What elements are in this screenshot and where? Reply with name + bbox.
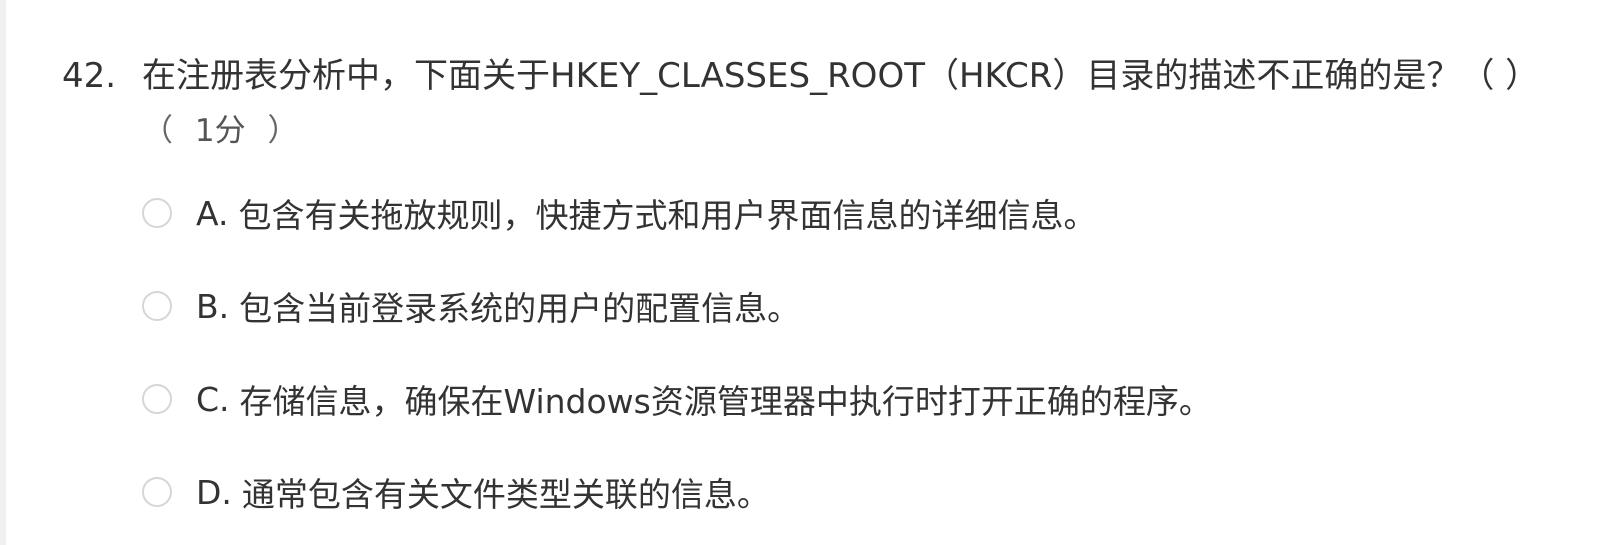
option-b[interactable]: B. 包含当前登录系统的用户的配置信息。 bbox=[142, 281, 1212, 331]
option-letter: C. bbox=[196, 379, 230, 419]
option-d[interactable]: D. 通常包含有关文件类型关联的信息。 bbox=[142, 467, 1212, 517]
option-text: 存储信息，确保在Windows资源管理器中执行时打开正确的程序。 bbox=[239, 382, 1212, 421]
score-value: 1分 bbox=[194, 113, 246, 149]
question-block: 42. 在注册表分析中，下面关于HKEY_CLASSES_ROOT（HKCR）目… bbox=[62, 50, 1542, 158]
option-letter: A. bbox=[196, 193, 229, 233]
question-text: 在注册表分析中，下面关于HKEY_CLASSES_ROOT（HKCR）目录的描述… bbox=[142, 56, 1540, 96]
options-list: A. 包含有关拖放规则，快捷方式和用户界面信息的详细信息。 B. 包含当前登录系… bbox=[142, 188, 1212, 545]
radio-button[interactable] bbox=[142, 291, 172, 321]
question-score: （ 1分 ） bbox=[142, 104, 1542, 158]
score-close-paren: ） bbox=[267, 113, 299, 149]
option-letter: D. bbox=[196, 472, 232, 512]
radio-button[interactable] bbox=[142, 477, 172, 507]
question-body: 在注册表分析中，下面关于HKEY_CLASSES_ROOT（HKCR）目录的描述… bbox=[142, 50, 1542, 158]
question-number: 42. bbox=[62, 56, 117, 96]
radio-button[interactable] bbox=[142, 198, 172, 228]
option-letter: B. bbox=[196, 286, 230, 326]
option-c[interactable]: C. 存储信息，确保在Windows资源管理器中执行时打开正确的程序。 bbox=[142, 374, 1212, 424]
left-border bbox=[0, 0, 6, 545]
option-text: 包含有关拖放规则，快捷方式和用户界面信息的详细信息。 bbox=[238, 196, 1097, 235]
option-text: 通常包含有关文件类型关联的信息。 bbox=[241, 475, 770, 514]
score-open-paren: （ bbox=[142, 113, 173, 149]
radio-button[interactable] bbox=[142, 384, 172, 414]
option-a[interactable]: A. 包含有关拖放规则，快捷方式和用户界面信息的详细信息。 bbox=[142, 188, 1212, 238]
question-header: 42. 在注册表分析中，下面关于HKEY_CLASSES_ROOT（HKCR）目… bbox=[62, 50, 1542, 158]
option-text: 包含当前登录系统的用户的配置信息。 bbox=[239, 289, 801, 328]
